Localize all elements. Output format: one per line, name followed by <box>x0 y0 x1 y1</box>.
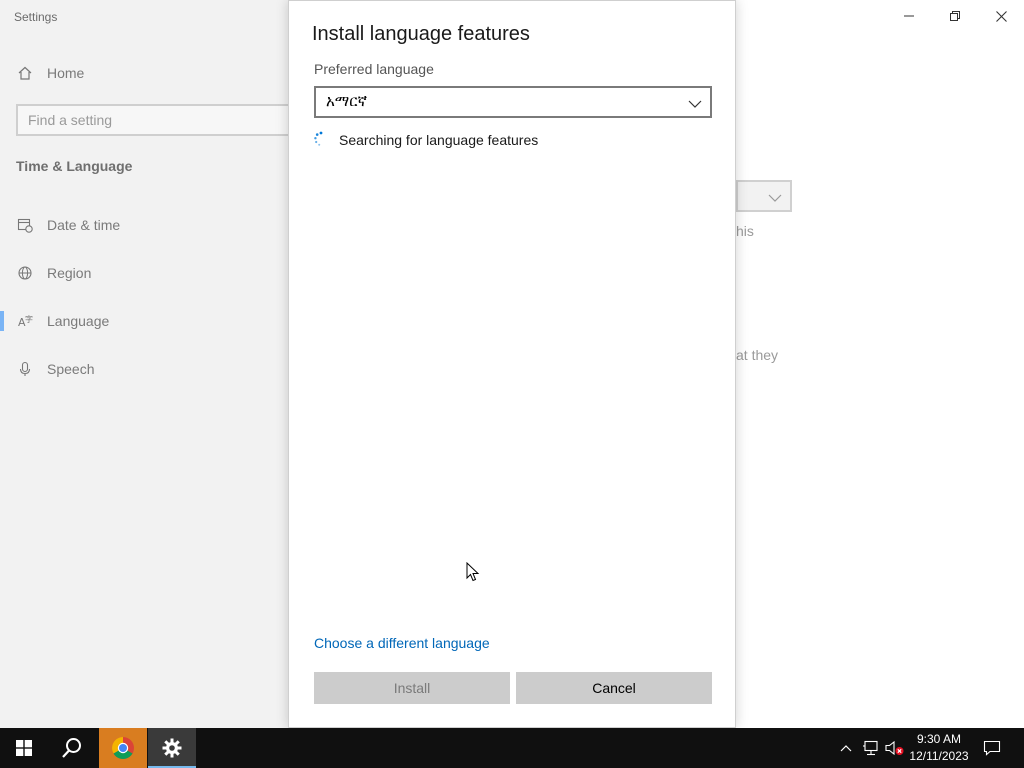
loading-spinner-icon <box>313 131 329 147</box>
app-title: Settings <box>14 10 58 24</box>
chevron-down-icon <box>688 96 702 114</box>
choose-different-language-link[interactable]: Choose a different language <box>314 635 490 651</box>
home-icon <box>17 65 33 81</box>
settings-taskbar-button[interactable] <box>148 728 196 768</box>
show-hidden-icons-button[interactable] <box>835 728 857 768</box>
start-button[interactable] <box>0 728 48 768</box>
section-title: Time & Language <box>16 158 133 174</box>
chrome-icon <box>112 737 134 759</box>
gear-icon <box>162 738 182 758</box>
action-center-button[interactable] <box>980 728 1004 768</box>
volume-tray-button[interactable] <box>884 728 906 768</box>
sidebar-item-label: Region <box>47 265 92 281</box>
language-icon: A字 <box>17 313 33 329</box>
taskbar-clock[interactable]: 9:30 AM 12/11/2023 <box>905 731 973 765</box>
restore-icon <box>950 11 960 21</box>
network-icon <box>863 740 878 756</box>
search-box <box>16 104 296 136</box>
close-button[interactable] <box>978 0 1024 32</box>
search-icon <box>62 738 81 758</box>
sidebar: Settings Home Time & Language Date & tim… <box>0 0 296 728</box>
selected-language: አማርኛ <box>326 93 368 110</box>
background-text: at they <box>736 347 779 363</box>
dialog-title: Install language features <box>312 23 530 45</box>
chrome-taskbar-button[interactable] <box>99 728 147 768</box>
restore-button[interactable] <box>932 0 978 32</box>
sidebar-item-speech[interactable]: Speech <box>0 349 288 389</box>
preferred-language-select[interactable]: አማርኛ <box>314 86 712 118</box>
mouse-cursor-icon <box>466 561 480 587</box>
background-text: his <box>736 223 754 239</box>
sidebar-item-label: Home <box>47 65 85 81</box>
preferred-language-label: Preferred language <box>314 61 434 77</box>
close-icon <box>995 10 1007 22</box>
sidebar-item-label: Language <box>47 313 110 329</box>
chevron-down-icon <box>768 190 782 208</box>
sidebar-item-label: Date & time <box>47 217 121 233</box>
install-button[interactable]: Install <box>314 672 510 704</box>
clock-time: 9:30 AM <box>916 732 962 746</box>
globe-icon <box>17 265 33 281</box>
search-input[interactable] <box>18 106 258 134</box>
chevron-up-icon <box>840 745 852 752</box>
sidebar-item-region[interactable]: Region <box>0 253 288 293</box>
taskbar-search-button[interactable] <box>48 728 96 768</box>
status-text: Searching for language features <box>339 132 539 148</box>
install-language-dialog: Install language features Preferred lang… <box>288 0 736 728</box>
window-controls <box>886 0 1024 32</box>
calendar-clock-icon <box>17 217 33 233</box>
microphone-icon <box>17 361 33 377</box>
notification-icon <box>983 740 1001 756</box>
svg-text:字: 字 <box>25 314 33 324</box>
windows-logo-icon <box>16 740 32 756</box>
volume-muted-icon <box>885 740 904 756</box>
background-dropdown[interactable] <box>736 180 792 212</box>
sidebar-item-language[interactable]: A字 Language <box>0 301 288 341</box>
taskbar: 9:30 AM 12/11/2023 <box>0 728 1024 768</box>
cancel-button[interactable]: Cancel <box>516 672 712 704</box>
clock-date: 12/11/2023 <box>909 749 969 763</box>
sidebar-item-date-time[interactable]: Date & time <box>0 205 288 245</box>
minimize-button[interactable] <box>886 0 932 32</box>
sidebar-item-home[interactable]: Home <box>0 53 288 93</box>
sidebar-item-label: Speech <box>47 361 95 377</box>
network-tray-button[interactable] <box>860 728 882 768</box>
minimize-icon <box>904 15 914 17</box>
